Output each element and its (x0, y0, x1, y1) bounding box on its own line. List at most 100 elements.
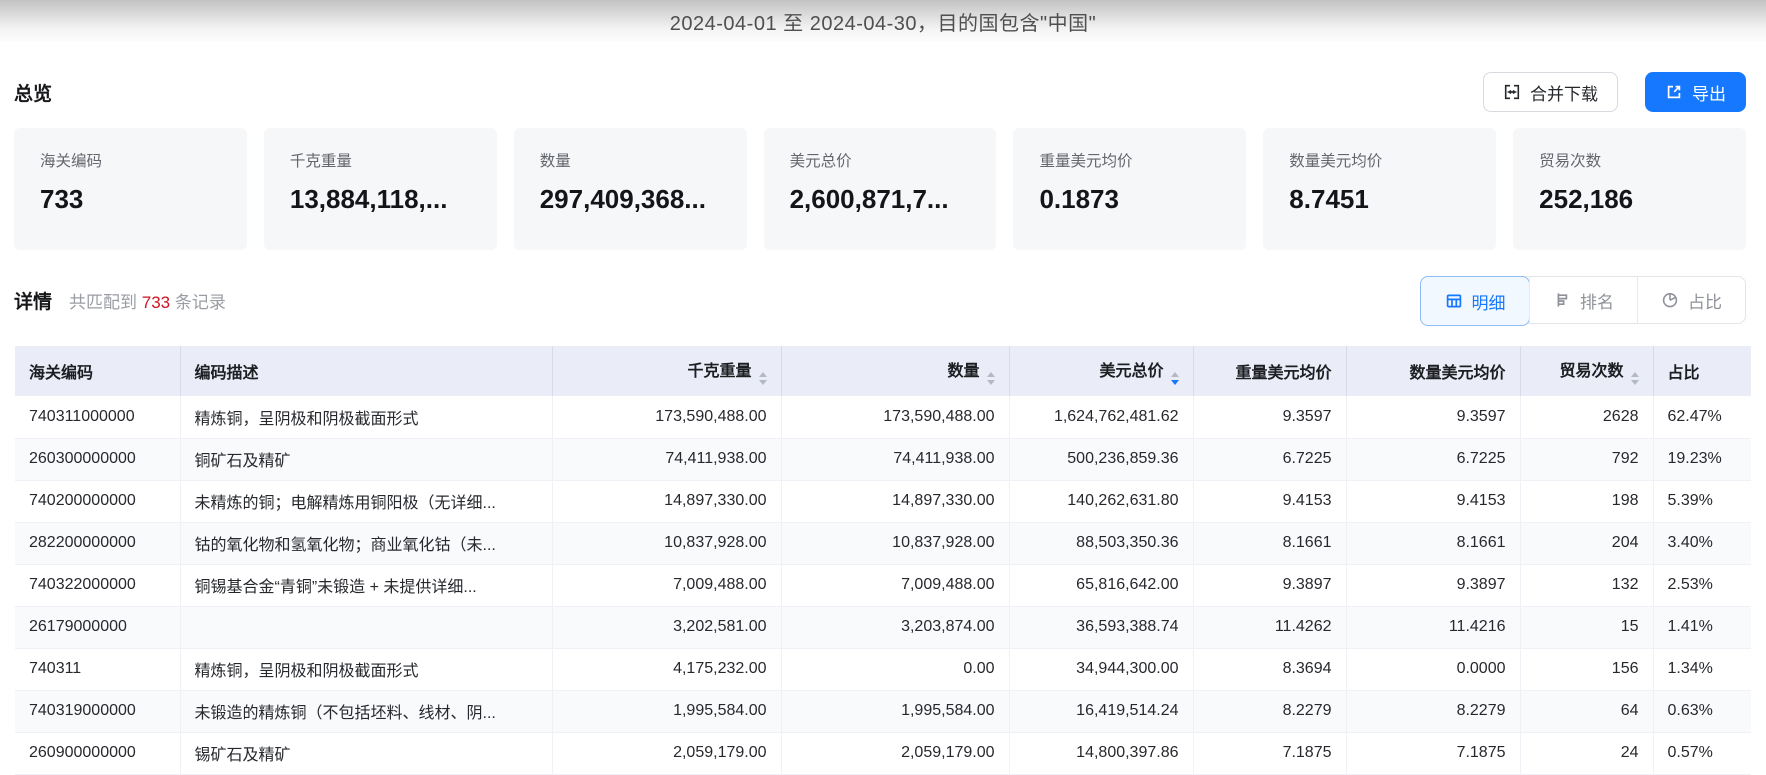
cell-quantity: 0.00 (781, 648, 1009, 690)
card-value: 297,409,368... (540, 184, 721, 215)
cell-usd-per-kg: 9.3897 (1193, 564, 1346, 606)
cell-code-desc: 未锻造的精炼铜（不包括坯料、线材、阴... (180, 690, 552, 732)
table-row: 740200000000未精炼的铜；电解精炼用铜阳极（无详细...14,897,… (15, 480, 1751, 522)
cell-usd-per-kg: 8.2279 (1193, 690, 1346, 732)
title-bar: 2024-04-01 至 2024-04-30，目的国包含"中国" (0, 0, 1766, 42)
cell-trade-count: 156 (1520, 648, 1653, 690)
match-count: 733 (142, 293, 170, 312)
tab-share[interactable]: 占比 (1637, 277, 1745, 323)
column-header-usd-per-qty: 数量美元均价 (1346, 346, 1520, 396)
cell-weight-kg: 3,202,581.00 (552, 606, 781, 648)
column-label: 千克重量 (687, 363, 751, 380)
cell-code-desc: 未精炼的铜；电解精炼用铜阳极（无详细... (180, 480, 552, 522)
cell-code-desc (180, 606, 552, 648)
cell-usd-per-kg: 9.4153 (1193, 480, 1346, 522)
cell-code-desc: 精炼铜，呈阴极和阴极截面形式 (180, 648, 552, 690)
card-value: 2,600,871,7... (790, 184, 971, 215)
column-header-usd-per-kg: 重量美元均价 (1193, 346, 1346, 396)
sort-desc-icon (1171, 380, 1179, 385)
cell-trade-count: 15 (1520, 606, 1653, 648)
column-header-weight-kg[interactable]: 千克重量 (552, 346, 781, 396)
table-body: 740311000000精炼铜，呈阴极和阴极截面形式173,590,488.00… (15, 396, 1751, 774)
cell-usd-per-qty: 9.3897 (1346, 564, 1520, 606)
cell-share: 1.41% (1653, 606, 1751, 648)
cell-usd-per-qty: 9.3597 (1346, 396, 1520, 438)
card-label: 海关编码 (40, 149, 221, 171)
cell-quantity: 1,995,584.00 (781, 690, 1009, 732)
card-value: 13,884,118,... (290, 184, 471, 215)
cell-weight-kg: 14,897,330.00 (552, 480, 781, 522)
cell-usd-per-kg: 8.1661 (1193, 522, 1346, 564)
tab-detail[interactable]: 明细 (1420, 276, 1530, 326)
card-value: 252,186 (1539, 184, 1720, 215)
cell-share: 62.47% (1653, 396, 1751, 438)
column-label: 美元总价 (1099, 363, 1163, 380)
cell-usd-total: 34,944,300.00 (1009, 648, 1193, 690)
card-value: 0.1873 (1039, 184, 1220, 215)
cell-usd-per-qty: 8.2279 (1346, 690, 1520, 732)
table-row: 740311精炼铜，呈阴极和阴极截面形式4,175,232.000.0034,9… (15, 648, 1751, 690)
export-icon (1665, 83, 1683, 101)
column-label: 占比 (1668, 365, 1700, 382)
table-row: 260300000000铜矿石及精矿74,411,938.0074,411,93… (15, 438, 1751, 480)
export-button[interactable]: 导出 (1645, 72, 1746, 112)
cell-hs-code: 740200000000 (15, 480, 180, 522)
cell-hs-code: 740311 (15, 648, 180, 690)
sort-carets (759, 372, 767, 385)
pie-icon (1661, 291, 1679, 309)
cell-weight-kg: 173,590,488.00 (552, 396, 781, 438)
card-label: 美元总价 (790, 149, 971, 171)
card-label: 数量 (540, 149, 721, 171)
date-range-title: 2024-04-01 至 2024-04-30，目的国包含"中国" (670, 7, 1096, 36)
merge-download-label: 合并下载 (1530, 80, 1598, 105)
merge-download-button[interactable]: 合并下载 (1483, 72, 1618, 112)
cell-usd-per-kg: 7.1875 (1193, 732, 1346, 774)
sort-carets (1171, 372, 1179, 385)
cell-weight-kg: 1,995,584.00 (552, 690, 781, 732)
cell-trade-count: 792 (1520, 438, 1653, 480)
table-row: 740322000000铜锡基合金“青铜”未锻造 + 未提供详细...7,009… (15, 564, 1751, 606)
match-record-text: 共匹配到 733 条记录 (69, 288, 226, 313)
sort-desc-icon (759, 380, 767, 385)
column-header-code-desc: 编码描述 (180, 346, 552, 396)
column-label: 海关编码 (29, 365, 93, 382)
cell-usd-total: 1,624,762,481.62 (1009, 396, 1193, 438)
table-header-row: 海关编码 编码描述 千克重量 数量 美元总价 重量美元均价 数量美元均价贸易次数占比 (15, 346, 1751, 396)
summary-card: 数量 297,409,368... (514, 128, 747, 250)
cell-quantity: 3,203,874.00 (781, 606, 1009, 648)
table-row: 261790000003,202,581.003,203,874.0036,59… (15, 606, 1751, 648)
sort-carets (987, 372, 995, 385)
table-icon (1445, 292, 1463, 310)
cell-trade-count: 24 (1520, 732, 1653, 774)
sort-asc-icon (759, 372, 767, 377)
column-header-trade-count[interactable]: 贸易次数 (1520, 346, 1653, 396)
sort-asc-icon (1631, 372, 1639, 377)
cell-code-desc: 铜锡基合金“青铜”未锻造 + 未提供详细... (180, 564, 552, 606)
cell-usd-total: 14,800,397.86 (1009, 732, 1193, 774)
sort-asc-icon (1171, 372, 1179, 377)
cell-share: 5.39% (1653, 480, 1751, 522)
cell-usd-per-qty: 9.4153 (1346, 480, 1520, 522)
cell-share: 0.63% (1653, 690, 1751, 732)
cell-trade-count: 198 (1520, 480, 1653, 522)
cell-usd-per-qty: 8.1661 (1346, 522, 1520, 564)
cell-usd-per-kg: 8.3694 (1193, 648, 1346, 690)
cell-trade-count: 2628 (1520, 396, 1653, 438)
card-label: 千克重量 (290, 149, 471, 171)
column-label: 数量美元均价 (1409, 365, 1505, 382)
cell-hs-code: 740319000000 (15, 690, 180, 732)
cell-share: 1.34% (1653, 648, 1751, 690)
column-label: 重量美元均价 (1235, 365, 1331, 382)
column-header-quantity[interactable]: 数量 (781, 346, 1009, 396)
cell-code-desc: 精炼铜，呈阴极和阴极截面形式 (180, 396, 552, 438)
cell-usd-per-kg: 6.7225 (1193, 438, 1346, 480)
cell-usd-per-kg: 11.4262 (1193, 606, 1346, 648)
cell-quantity: 10,837,928.00 (781, 522, 1009, 564)
cell-trade-count: 204 (1520, 522, 1653, 564)
column-header-hs-code: 海关编码 (15, 346, 180, 396)
cell-code-desc: 钴的氧化物和氢氧化物；商业氧化钴（未... (180, 522, 552, 564)
summary-card: 海关编码733 (14, 128, 247, 250)
tab-ranking[interactable]: 排名 (1529, 277, 1637, 323)
column-header-usd-total[interactable]: 美元总价 (1009, 346, 1193, 396)
cell-weight-kg: 10,837,928.00 (552, 522, 781, 564)
